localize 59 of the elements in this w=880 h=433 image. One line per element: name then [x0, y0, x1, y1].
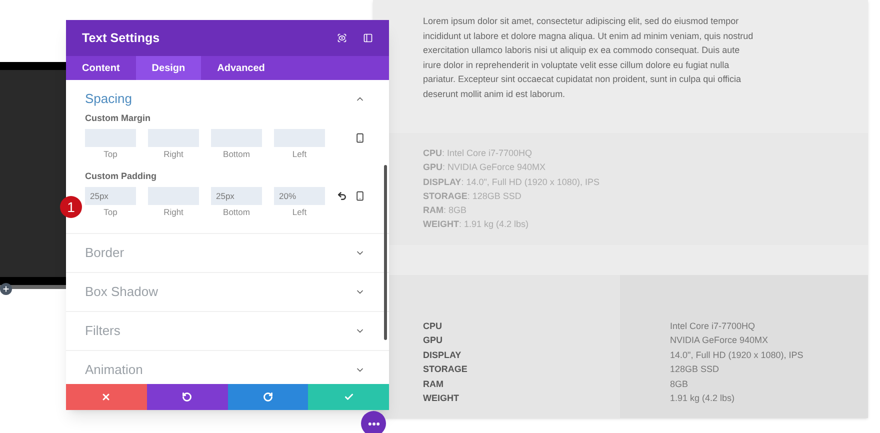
field-caption: Left	[292, 148, 307, 160]
spec-label: STORAGE	[423, 363, 468, 376]
tab[interactable]: Advanced	[201, 56, 281, 80]
plus-icon	[2, 285, 10, 293]
spacing-field[interactable]	[148, 128, 199, 146]
spec-label: WEIGHT	[423, 392, 460, 406]
spacing-field[interactable]	[274, 128, 325, 146]
spacing-field[interactable]: 25px	[85, 186, 136, 205]
spacing-field[interactable]	[85, 128, 136, 146]
spec-value: Intel Core i7-7700HQ	[670, 320, 756, 333]
modal-title: Text Settings	[82, 30, 161, 47]
spacing-field[interactable]	[211, 128, 262, 146]
phone-icon[interactable]	[355, 190, 365, 201]
spec-line: CPU: Intel Core i7-7700HQ	[423, 147, 534, 160]
scrollbar-thumb[interactable]	[384, 165, 387, 340]
reset-icon[interactable]	[337, 190, 347, 201]
field-caption: Bottom	[223, 206, 250, 218]
spec-value: 8GB	[670, 378, 690, 391]
section-title[interactable]: Box Shadow	[85, 282, 355, 302]
spec-value: 1.91 kg (4.2 lbs)	[670, 392, 736, 406]
spec-line: DISPLAY: 14.0", Full HD (1920 x 1080), IPS	[423, 176, 600, 189]
spacing-field[interactable]: 25px	[211, 186, 262, 205]
phone-icon[interactable]	[355, 132, 365, 142]
section-title[interactable]: Animation	[85, 360, 355, 380]
section-title[interactable]: Border	[85, 242, 355, 262]
undo-icon	[182, 392, 192, 402]
body-paragraph: Lorem ipsum dolor sit amet, consectetur adipiscing elit, sed do eiusmod tempor incididunt ut labore et dolore magna aliqua. Ut enim ad minim veniam, quis nostrud exercitation ullamco laboris nisi ut aliquip ex ea commodo consequat. Duis aute irure dolor in reprehenderit in voluptate velit esse cillum dolore eu fugiat nulla pariatur. Excepteur sint occaecat cupidatat non proident, sunt in culpa qui officia deserunt mollit anim id est laborum.	[423, 15, 754, 100]
tab[interactable]: Content	[66, 56, 136, 80]
spec-value: 14.0", Full HD (1920 x 1080), IPS	[670, 348, 804, 362]
spacing-field[interactable]	[148, 186, 199, 205]
focus-icon[interactable]	[337, 33, 347, 43]
spec-line: WEIGHT: 1.91 kg (4.2 lbs)	[423, 218, 530, 232]
spacing-field[interactable]: 20%	[274, 186, 325, 205]
spec-label: GPU	[423, 334, 444, 348]
redo-icon	[262, 392, 273, 402]
section-title[interactable]: Spacing	[85, 89, 355, 109]
field-caption: Left	[292, 206, 307, 218]
close-icon	[101, 392, 112, 402]
spec-line: GPU: NVIDIA GeForce 940MX	[423, 161, 547, 174]
field-caption: Top	[104, 206, 118, 218]
field-caption: Bottom	[223, 148, 250, 160]
more-button[interactable]	[361, 411, 386, 433]
section-title[interactable]: Filters	[85, 320, 355, 340]
group-label: Custom Padding	[85, 170, 158, 184]
check-icon	[344, 392, 354, 402]
spec-label: CPU	[423, 320, 444, 333]
field-caption: Top	[104, 148, 118, 160]
field-caption: Right	[164, 206, 184, 218]
spec-label: RAM	[423, 378, 444, 391]
group-label: Custom Margin	[85, 112, 152, 125]
tab[interactable]: Design	[136, 56, 202, 80]
spec-line: RAM: 8GB	[423, 204, 468, 218]
field-caption: Right	[164, 148, 184, 160]
panel-icon[interactable]	[363, 33, 373, 43]
spec-value: NVIDIA GeForce 940MX	[670, 334, 770, 348]
spec-value: 128GB SSD	[670, 363, 720, 376]
spec-label: DISPLAY	[423, 348, 462, 362]
add-button[interactable]	[0, 283, 12, 295]
spec-line: STORAGE: 128GB SSD	[423, 190, 522, 203]
